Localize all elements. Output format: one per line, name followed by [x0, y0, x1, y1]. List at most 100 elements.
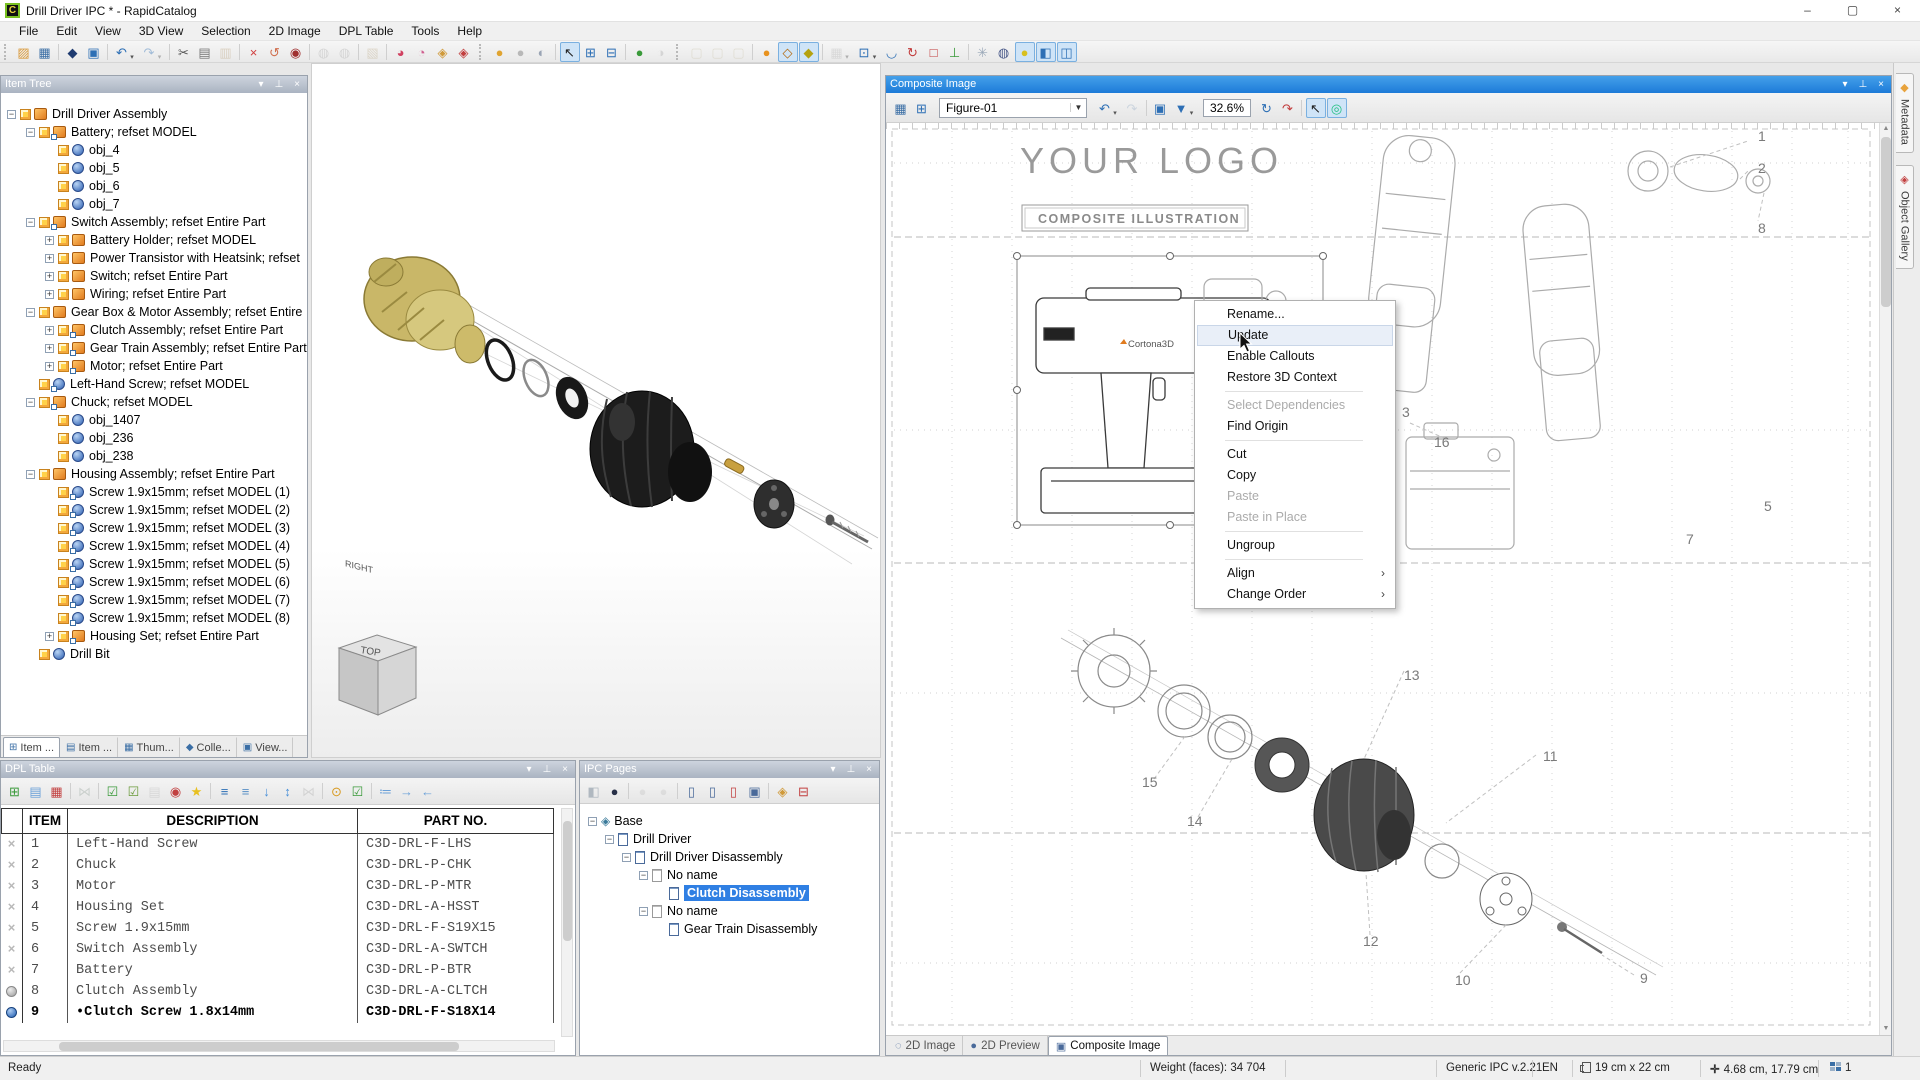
ipc-page-item[interactable]: −Drill Driver — [580, 830, 879, 848]
tab-2d-image[interactable]: ◌2D Image — [888, 1036, 963, 1055]
dpl-search-icon[interactable]: ⊙ — [327, 781, 347, 801]
maximize-button[interactable]: ▢ — [1830, 0, 1875, 22]
dpl-table-row[interactable]: ×2ChuckC3D-DRL-P-CHK — [1, 855, 554, 876]
tree-item[interactable]: Screw 1.9x15mm; refset MODEL (7) — [1, 591, 307, 609]
context-menu-item-update[interactable]: Update — [1197, 325, 1393, 346]
tree-item[interactable]: +Housing Set; refset Entire Part — [1, 627, 307, 645]
expand-toggle-icon[interactable]: − — [622, 853, 631, 862]
update-view-icon[interactable]: ↻ — [1257, 98, 1277, 118]
ipc-new-page-icon[interactable]: ▯ — [682, 781, 702, 801]
dpl-new-table-icon[interactable]: ⊞ — [5, 781, 25, 801]
dpl-delete-table-icon[interactable]: ▦ — [47, 781, 67, 801]
menu-item-tools[interactable]: Tools — [402, 22, 448, 41]
delete-icon[interactable]: × — [244, 42, 264, 62]
dpl-table-row[interactable]: ×5Screw 1.9x15mmC3D-DRL-F-S19X15 — [1, 918, 554, 939]
cut-icon[interactable]: ✂ — [174, 42, 194, 62]
transform-tool-icon[interactable]: ◆ — [799, 42, 819, 62]
panel-pin-icon[interactable]: ⊥ — [1857, 78, 1869, 91]
sphere-shadow-icon[interactable]: ◐ — [532, 42, 552, 62]
context-menu-item-find-origin[interactable]: Find Origin — [1197, 416, 1393, 437]
placeholder-logo-text[interactable]: YOUR LOGO — [1020, 140, 1283, 181]
panel-menu-icon[interactable]: ▾ — [255, 78, 267, 91]
panel-pin-icon[interactable]: ⊥ — [273, 78, 285, 91]
status-language[interactable]: EN — [1542, 1062, 1558, 1074]
tree-item[interactable]: −Housing Assembly; refset Entire Part — [1, 465, 307, 483]
clutch-housing-3d[interactable] — [590, 391, 712, 507]
expand-toggle-icon[interactable]: − — [26, 218, 35, 227]
ipc-page-item[interactable]: Gear Train Disassembly — [580, 920, 879, 938]
publication-icon[interactable]: ◆ — [63, 42, 83, 62]
item-tree-tab-0[interactable]: ⊞Item ... — [3, 737, 60, 757]
expand-toggle-icon[interactable]: + — [45, 326, 54, 335]
expand-toggle-icon[interactable]: + — [45, 272, 54, 281]
toolbar-grip[interactable] — [4, 44, 9, 60]
dpl-table-row[interactable]: ×7BatteryC3D-DRL-P-BTR — [1, 960, 554, 981]
context-menu-item-copy[interactable]: Copy — [1197, 465, 1393, 486]
context-menu-item-change-order[interactable]: Change Order› — [1197, 584, 1393, 605]
composite-vertical-scrollbar[interactable]: ▲ ▼ — [1879, 123, 1891, 1035]
tree-item[interactable]: obj_5 — [1, 159, 307, 177]
shade-box-icon[interactable]: ◧ — [1036, 42, 1056, 62]
tree-item[interactable]: Screw 1.9x15mm; refset MODEL (1) — [1, 483, 307, 501]
menu-item-edit[interactable]: Edit — [47, 22, 86, 41]
dpl-align-bottom-icon[interactable]: ≡ — [236, 781, 256, 801]
menu-item-view[interactable]: View — [86, 22, 130, 41]
comp-undo-icon[interactable]: ↶▾ — [1095, 98, 1115, 118]
dpl-numbering-icon[interactable]: ≔ — [376, 781, 396, 801]
wireframe-box-icon[interactable]: ◫ — [1057, 42, 1077, 62]
context-menu-item-rename-[interactable]: Rename... — [1197, 304, 1393, 325]
ipc-page-item[interactable]: −◈Base — [580, 812, 879, 830]
camera-add-icon[interactable]: ▣ — [1150, 98, 1170, 118]
magic-select-icon[interactable]: ● — [630, 42, 650, 62]
side-tab-metadata[interactable]: ◆Metadata — [1896, 73, 1914, 153]
ipc-delete-page-icon[interactable]: ▯ — [724, 781, 744, 801]
zoom-mode-icon[interactable]: ⊡▾ — [854, 42, 874, 62]
tree-item[interactable]: −Chuck; refset MODEL — [1, 393, 307, 411]
view-cube[interactable]: TOP RIGHT FRONT — [339, 558, 416, 757]
tree-item[interactable]: obj_236 — [1, 429, 307, 447]
figure-select[interactable]: Figure-01 ▼ — [939, 98, 1087, 118]
tree-item[interactable]: obj_6 — [1, 177, 307, 195]
context-menu-item-ungroup[interactable]: Ungroup — [1197, 535, 1393, 556]
dpl-vertical-scrollbar[interactable] — [561, 808, 573, 1037]
tree-item[interactable]: Screw 1.9x15mm; refset MODEL (6) — [1, 573, 307, 591]
context-menu-item-enable-callouts[interactable]: Enable Callouts — [1197, 346, 1393, 367]
camera-reset-icon[interactable]: ↷ — [1278, 98, 1298, 118]
reset-view-icon[interactable]: ↻ — [903, 42, 923, 62]
close-button[interactable]: × — [1875, 0, 1920, 22]
pointer-select-icon[interactable]: ↖ — [560, 42, 580, 62]
menu-item-dpl-table[interactable]: DPL Table — [330, 22, 403, 41]
panel-pin-icon[interactable]: ⊥ — [541, 763, 553, 776]
expand-toggle-icon[interactable]: − — [588, 817, 597, 826]
expand-toggle-icon[interactable]: − — [26, 398, 35, 407]
tab-composite-image[interactable]: ▣Composite Image — [1048, 1036, 1169, 1055]
dpl-check-row-icon[interactable]: ☑ — [103, 781, 123, 801]
ipc-layers-icon[interactable]: ◧ — [584, 781, 604, 801]
tree-item[interactable]: −Drill Driver Assembly — [1, 105, 307, 123]
ipc-page-item[interactable]: Clutch Disassembly — [580, 884, 879, 902]
panel-close-icon[interactable]: × — [863, 763, 875, 776]
dpl-table-row[interactable]: ×3MotorC3D-DRL-P-MTR — [1, 876, 554, 897]
expand-toggle-icon[interactable]: − — [605, 835, 614, 844]
ipc-folder-icon[interactable]: ◈ — [773, 781, 793, 801]
expand-toggle-icon[interactable]: + — [45, 236, 54, 245]
menu-item-selection[interactable]: Selection — [192, 22, 259, 41]
expand-toggle-icon[interactable]: − — [26, 308, 35, 317]
dpl-spread-icon[interactable]: ↕ — [278, 781, 298, 801]
expand-toggle-icon[interactable]: + — [45, 362, 54, 371]
panel-menu-icon[interactable]: ▾ — [523, 763, 535, 776]
camera-import-icon[interactable]: ▼▾ — [1171, 98, 1191, 118]
transform-box-icon[interactable]: ◇ — [778, 42, 798, 62]
ipc-page-item[interactable]: −Drill Driver Disassembly — [580, 848, 879, 866]
zoom-level-input[interactable]: 32.6% — [1203, 99, 1251, 117]
ring-black-thick-3d[interactable] — [550, 372, 594, 424]
panel-close-icon[interactable]: × — [291, 78, 303, 91]
scrollbar-thumb[interactable] — [59, 1042, 459, 1051]
dpl-sheet-icon[interactable]: ▤ — [26, 781, 46, 801]
scroll-up-icon[interactable]: ▲ — [1880, 123, 1891, 135]
tree-item[interactable]: obj_4 — [1, 141, 307, 159]
expand-toggle-icon[interactable]: + — [45, 632, 54, 641]
dpl-move-down-icon[interactable]: ↓ — [257, 781, 277, 801]
menu-item-3d-view[interactable]: 3D View — [130, 22, 192, 41]
dpl-table-row[interactable]: ×6Switch AssemblyC3D-DRL-A-SWTCH — [1, 939, 554, 960]
